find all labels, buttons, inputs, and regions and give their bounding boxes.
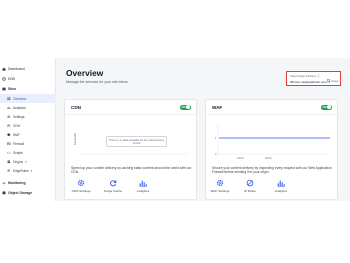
waf-chart-plot: 1 0 23:00 00:00 bbox=[215, 123, 330, 160]
action-label: CDN Settings bbox=[71, 188, 91, 193]
sidebar-item-label: Monitoring bbox=[8, 180, 26, 185]
bar-chart-icon bbox=[277, 180, 285, 187]
home-icon bbox=[0, 67, 8, 71]
action-label: IP Rules bbox=[244, 188, 256, 193]
card-divider bbox=[65, 114, 196, 115]
waf-toggle[interactable]: ON bbox=[321, 104, 332, 110]
sidebar-item-label: DNS bbox=[8, 76, 16, 81]
sidebar: Dashboard DNS Sites Overview Analytics S… bbox=[0, 58, 56, 201]
cdn-toggle[interactable]: ON bbox=[180, 104, 191, 110]
sidebar-item-waf[interactable]: WAF bbox=[0, 130, 56, 139]
sidebar-item-label: Object Storage bbox=[8, 190, 33, 195]
chevron-down-icon: ▾ bbox=[25, 159, 27, 164]
sidebar-item-label: EdgeRules bbox=[13, 168, 29, 173]
top-margin bbox=[0, 0, 350, 58]
sidebar-item-label: Analytics bbox=[13, 105, 26, 110]
sidebar-item-object-storage[interactable]: Object Storage bbox=[0, 188, 56, 197]
sidebar-item-label: CDN bbox=[13, 123, 20, 128]
purge-cache-button[interactable]: Purge Cache bbox=[102, 179, 124, 193]
waf-card: WAF ON 1 0 23:00 00:00 Secure your conte… bbox=[205, 99, 338, 200]
sidebar-item-label: Dashboard bbox=[8, 66, 25, 71]
cdn-toggle-label: ON bbox=[181, 105, 186, 109]
globe-icon bbox=[0, 76, 8, 81]
ip-rules-button[interactable]: IP Rules bbox=[239, 179, 261, 193]
action-label: Purge Cache bbox=[103, 188, 123, 193]
bottom-margin bbox=[0, 201, 350, 263]
ip-rules-icon bbox=[246, 179, 254, 187]
sidebar-item-dns[interactable]: DNS bbox=[0, 74, 56, 83]
bar-chart-icon bbox=[139, 180, 147, 187]
sidebar-item-label: Sites bbox=[8, 86, 17, 91]
waf-toggle-label: ON bbox=[322, 105, 327, 109]
gear-icon bbox=[216, 179, 224, 187]
copy-label: Copy bbox=[331, 79, 339, 84]
grid-icon bbox=[5, 97, 13, 101]
sidebar-item-label: Origins bbox=[13, 159, 24, 164]
monitor-icon bbox=[0, 180, 8, 185]
waf-requests-chart: 1 0 23:00 00:00 bbox=[212, 117, 333, 161]
chart-icon bbox=[5, 106, 13, 110]
refresh-icon bbox=[110, 180, 117, 187]
firewall-icon bbox=[5, 142, 13, 146]
sidebar-item-label: Overview bbox=[13, 96, 27, 101]
cdn-analytics-button[interactable]: Analytics bbox=[132, 179, 154, 193]
cdn-settings-button[interactable]: CDN Settings bbox=[70, 179, 92, 193]
waf-card-title: WAF bbox=[212, 105, 223, 110]
sidebar-item-label: Settings bbox=[13, 114, 25, 119]
sidebar-item-cdn[interactable]: CDN bbox=[0, 121, 56, 130]
edge-address-selector[interactable]: Select Edge Address ⓘ l3hxxw.r.stackpath… bbox=[286, 71, 341, 86]
sidebar-item-label: WAF bbox=[13, 132, 20, 137]
cdn-bandwidth-chart: Bandwidth There is no data available for… bbox=[71, 117, 192, 161]
sidebar-item-scripts[interactable]: Scripts bbox=[0, 148, 56, 157]
page-title: Overview bbox=[66, 68, 104, 78]
toggle-knob bbox=[186, 105, 191, 110]
cdn-description: Speed up your content delivery by cachin… bbox=[71, 166, 192, 175]
waf-analytics-button[interactable]: Analytics bbox=[270, 179, 292, 193]
code-icon bbox=[5, 151, 13, 155]
origin-icon bbox=[5, 160, 13, 164]
card-divider bbox=[206, 114, 337, 115]
shield-icon bbox=[5, 133, 13, 137]
rules-icon bbox=[5, 169, 13, 173]
waf-settings-button[interactable]: WAF Settings bbox=[209, 179, 231, 193]
waf-y-tick: 1 bbox=[215, 136, 217, 140]
no-data-message: There is no data available for the selec… bbox=[106, 136, 167, 147]
waf-x-tick: 23:00 bbox=[237, 156, 244, 160]
gear-icon bbox=[5, 115, 13, 119]
sidebar-item-analytics[interactable]: Analytics bbox=[0, 103, 56, 112]
page-subtitle: Manage the services for your site below. bbox=[66, 80, 129, 84]
sidebar-item-sites[interactable]: Sites bbox=[0, 84, 56, 93]
sidebar-item-label: Scripts bbox=[13, 150, 23, 155]
sidebar-item-origins[interactable]: Origins ▾ bbox=[0, 157, 56, 166]
chevron-down-icon: ▾ bbox=[30, 168, 33, 173]
cdn-card: CDN ON Bandwidth There is no data availa… bbox=[64, 99, 197, 200]
edge-address-value[interactable]: l3hxxw.r.stackpathcdn.com bbox=[290, 80, 327, 84]
sites-icon bbox=[0, 87, 8, 91]
sidebar-item-dashboard[interactable]: Dashboard bbox=[0, 64, 56, 73]
toggle-knob bbox=[327, 105, 332, 110]
cdn-card-title: CDN bbox=[71, 105, 81, 110]
copy-icon bbox=[327, 79, 331, 83]
gear-icon bbox=[77, 179, 85, 187]
action-label: WAF Settings bbox=[210, 188, 230, 193]
sidebar-item-edgerules[interactable]: EdgeRules ▾ bbox=[0, 166, 56, 175]
sidebar-item-overview[interactable]: Overview bbox=[0, 94, 56, 103]
copy-button[interactable]: Copy bbox=[327, 79, 338, 83]
edge-address-label: Select Edge Address ⓘ bbox=[290, 74, 320, 78]
waf-x-tick: 00:00 bbox=[265, 156, 272, 160]
cdn-icon bbox=[5, 123, 13, 128]
sidebar-item-settings[interactable]: Settings bbox=[0, 112, 56, 121]
waf-y-tick: 0 bbox=[215, 152, 217, 156]
sidebar-item-monitoring[interactable]: Monitoring bbox=[0, 178, 56, 187]
waf-description: Secure your content delivery by inspecti… bbox=[212, 166, 332, 175]
action-label: Analytics bbox=[136, 188, 150, 193]
storage-icon bbox=[0, 190, 8, 195]
sidebar-item-firewall[interactable]: Firewall bbox=[0, 139, 56, 148]
action-label: Analytics bbox=[274, 188, 288, 193]
sidebar-item-label: Firewall bbox=[13, 141, 24, 146]
